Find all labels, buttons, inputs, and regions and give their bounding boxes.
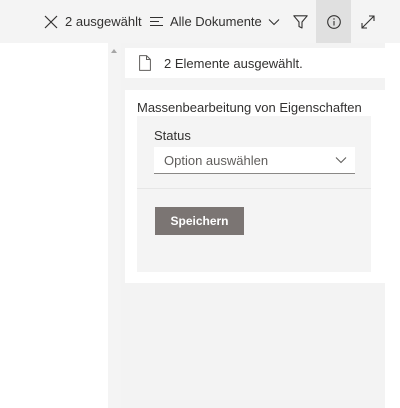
expand-button[interactable] <box>358 0 378 43</box>
save-button[interactable]: Speichern <box>155 207 244 235</box>
view-label: Alle Dokumente <box>170 14 262 29</box>
list-scrollbar[interactable] <box>108 43 121 408</box>
form-divider <box>137 188 371 189</box>
status-dropdown[interactable]: Option auswählen <box>154 147 355 174</box>
close-icon <box>44 15 58 28</box>
selection-summary: 2 Elemente ausgewählt. <box>125 48 385 78</box>
chevron-down-icon <box>268 18 280 25</box>
status-dropdown-placeholder: Option auswählen <box>164 152 269 168</box>
filter-icon <box>292 14 308 29</box>
status-field-label: Status <box>154 128 191 143</box>
selection-summary-text: 2 Elemente ausgewählt. <box>164 55 303 71</box>
bulk-edit-title: Massenbearbeitung von Eigenschaften <box>137 100 362 115</box>
document-icon <box>139 55 151 71</box>
view-switcher-button[interactable]: Alle Dokumente <box>150 0 280 43</box>
view-list-icon <box>150 16 163 27</box>
panel-margin <box>385 43 400 408</box>
clear-selection-button[interactable]: 2 ausgewählt <box>44 0 142 43</box>
chevron-down-icon <box>335 157 347 164</box>
scroll-up-arrow-icon[interactable] <box>111 49 117 53</box>
info-icon <box>326 14 341 29</box>
selection-count-label: 2 ausgewählt <box>65 14 142 29</box>
expand-icon <box>361 14 375 29</box>
info-pane-button[interactable] <box>316 0 351 43</box>
filter-button[interactable] <box>290 0 310 43</box>
command-bar: 2 ausgewählt Alle Dokumente <box>0 0 400 43</box>
